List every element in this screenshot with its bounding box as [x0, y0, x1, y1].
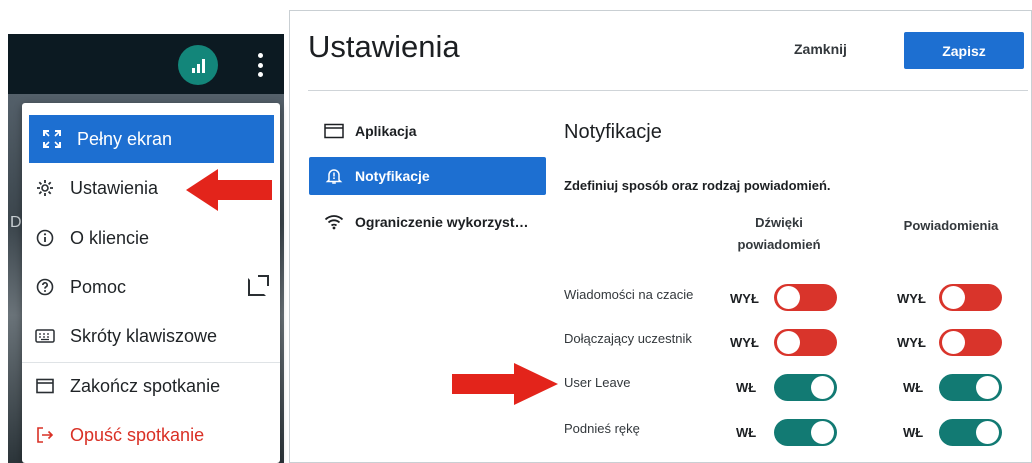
- external-link-icon: [248, 275, 269, 296]
- settings-dialog: Ustawienia Zamknij Zapisz Aplikacja Noty…: [289, 10, 1032, 463]
- red-arrow-annotation: [186, 169, 272, 211]
- row-label-user-leave: User Leave: [564, 375, 631, 390]
- more-options-button[interactable]: [252, 49, 268, 81]
- signal-bar-icon: [196, 64, 200, 73]
- row-label-chat-messages: Wiadomości na czacie: [564, 287, 694, 302]
- notif-state-label: WYŁ: [897, 291, 926, 306]
- notif-toggle-participant-joined[interactable]: [939, 329, 1002, 356]
- fullscreen-icon: [41, 128, 63, 150]
- row-label-participant-joined: Dołączający uczestnik: [564, 331, 692, 346]
- window-icon: [323, 122, 345, 140]
- connection-quality-button[interactable]: [178, 45, 218, 85]
- sound-state-label: WYŁ: [730, 291, 759, 306]
- menu-item-label: O kliencie: [70, 227, 150, 248]
- toggle-knob: [976, 376, 999, 399]
- nav-item-application[interactable]: Aplikacja: [309, 112, 546, 150]
- notif-toggle-chat-messages[interactable]: [939, 284, 1002, 311]
- toggle-knob: [942, 331, 965, 354]
- column-header-notifications: Powiadomienia: [903, 218, 999, 233]
- sound-toggle-participant-joined[interactable]: [774, 329, 837, 356]
- save-button[interactable]: Zapisz: [904, 32, 1024, 69]
- toggle-knob: [976, 421, 999, 444]
- gear-icon: [34, 177, 56, 199]
- kebab-dot-icon: [257, 53, 263, 58]
- toggle-knob: [777, 331, 800, 354]
- bell-icon: [323, 167, 345, 185]
- notif-toggle-raise-hand[interactable]: [939, 419, 1002, 446]
- meeting-topbar: [8, 34, 284, 94]
- menu-item-label: Opuść spotkanie: [70, 424, 205, 445]
- sound-state-label: WYŁ: [730, 335, 759, 350]
- notif-state-label: WYŁ: [897, 335, 926, 350]
- close-button[interactable]: Zamknij: [794, 41, 847, 57]
- info-icon: [34, 227, 56, 249]
- background-letter: D: [10, 214, 22, 231]
- notif-state-label: WŁ: [903, 380, 924, 395]
- section-title: Notyfikacje: [564, 121, 662, 143]
- nav-item-label: Aplikacja: [355, 123, 417, 139]
- menu-item-label: Skróty klawiszowe: [70, 325, 218, 346]
- options-menu: Pełny ekran Ustawienia O kliencie Pomoc: [22, 103, 280, 463]
- column-header-sounds: Dźwięki powiadomień: [724, 212, 834, 256]
- menu-item-label: Pomoc: [70, 276, 127, 297]
- sound-toggle-raise-hand[interactable]: [774, 419, 837, 446]
- menu-item-label: Zakończ spotkanie: [70, 375, 221, 396]
- nav-item-label: Notyfikacje: [355, 168, 430, 184]
- keyboard-icon: [34, 325, 56, 347]
- wifi-icon: [323, 213, 345, 231]
- menu-item-help[interactable]: Pomoc: [22, 263, 280, 311]
- nav-item-notifications[interactable]: Notyfikacje: [309, 157, 546, 195]
- row-label-raise-hand: Podnieś rękę: [564, 421, 640, 436]
- notif-toggle-user-leave[interactable]: [939, 374, 1002, 401]
- signal-bar-icon: [201, 59, 205, 73]
- nav-item-label: Ograniczenie wykorzyst…: [355, 214, 529, 230]
- screenshot-stage: D Pełny ekran Ustawienia O kliencie Pomo…: [0, 0, 1032, 463]
- kebab-dot-icon: [257, 72, 263, 77]
- menu-item-label: Pełny ekran: [77, 128, 173, 149]
- notif-state-label: WŁ: [903, 425, 924, 440]
- toggle-knob: [811, 376, 834, 399]
- help-icon: [34, 276, 56, 298]
- sound-toggle-chat-messages[interactable]: [774, 284, 837, 311]
- signal-bar-icon: [191, 68, 195, 73]
- toggle-knob: [811, 421, 834, 444]
- red-arrow-annotation: [452, 363, 558, 405]
- header-divider: [308, 90, 1028, 91]
- column-header-line: powiadomień: [737, 237, 821, 252]
- toggle-knob: [942, 286, 965, 309]
- menu-item-label: Ustawienia: [70, 177, 159, 198]
- section-subtitle: Zdefiniuj sposób oraz rodzaj powiadomień…: [564, 178, 831, 193]
- menu-item-end-meeting[interactable]: Zakończ spotkanie: [22, 362, 280, 410]
- nav-item-bandwidth-limit[interactable]: Ograniczenie wykorzyst…: [309, 203, 546, 241]
- menu-item-shortcuts[interactable]: Skróty klawiszowe: [22, 312, 280, 360]
- sound-state-label: WŁ: [736, 425, 757, 440]
- menu-item-about[interactable]: O kliencie: [22, 214, 280, 262]
- window-icon: [34, 375, 56, 397]
- sound-state-label: WŁ: [736, 380, 757, 395]
- kebab-dot-icon: [257, 62, 263, 68]
- menu-item-fullscreen[interactable]: Pełny ekran: [29, 115, 274, 163]
- sound-toggle-user-leave[interactable]: [774, 374, 837, 401]
- column-header-line: Dźwięki: [755, 215, 803, 230]
- exit-icon: [34, 424, 56, 446]
- page-title: Ustawienia: [308, 29, 460, 64]
- menu-item-leave-meeting[interactable]: Opuść spotkanie: [22, 411, 280, 459]
- toggle-knob: [777, 286, 800, 309]
